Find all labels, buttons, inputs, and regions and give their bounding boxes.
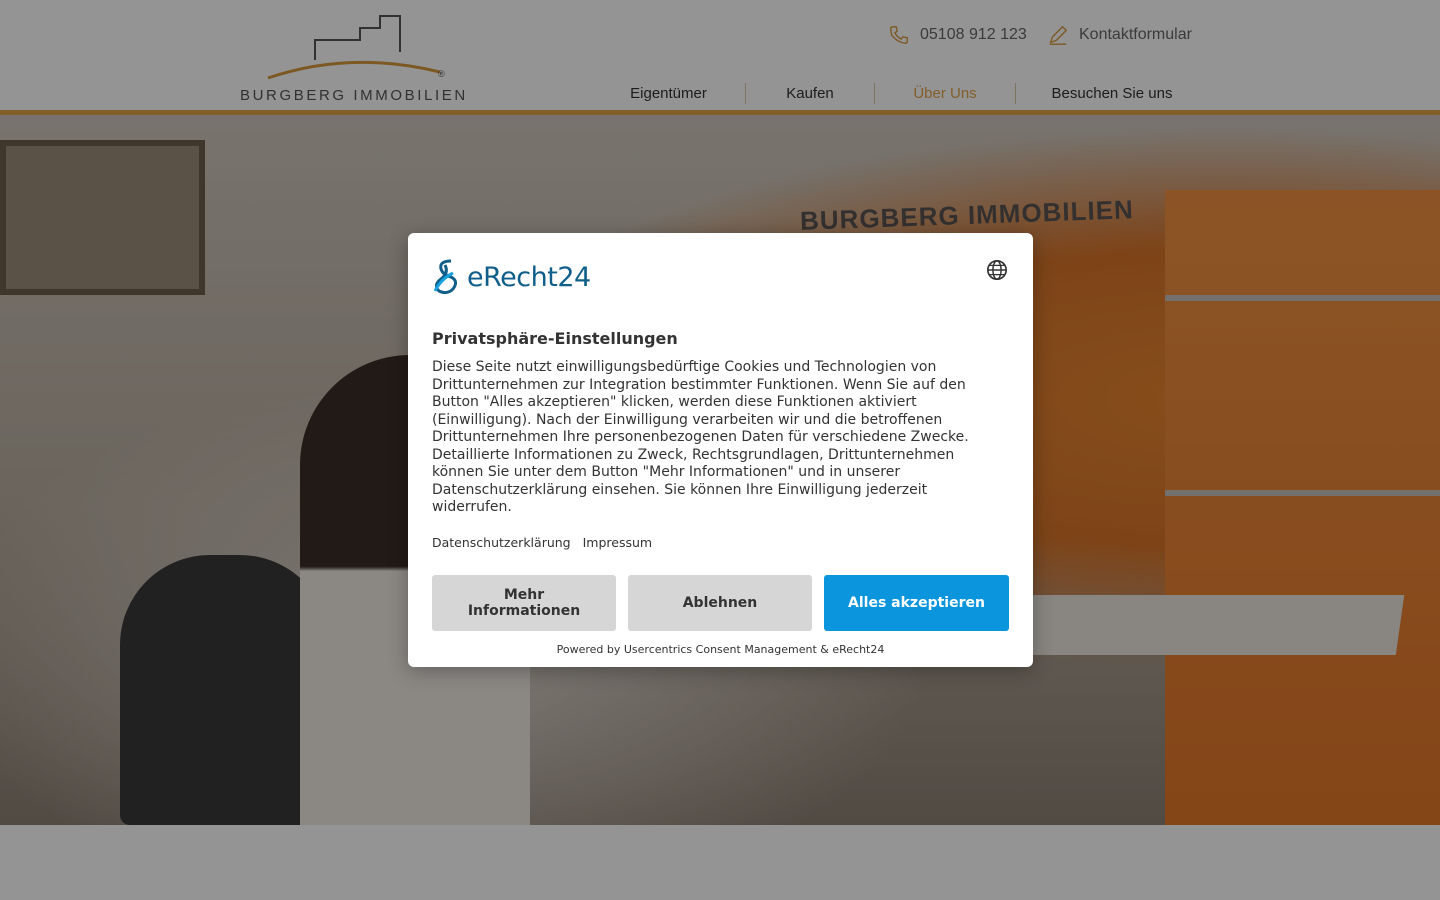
consent-text: Diese Seite nutzt einwilligungsbedürftig… [432,359,969,515]
brand-name: eRecht24 [467,261,591,293]
more-info-button[interactable]: Mehr Informationen [432,575,616,631]
erecht24-logo: eRecht24 [431,257,591,297]
decline-button[interactable]: Ablehnen [628,575,812,631]
consent-buttons: Mehr Informationen Ablehnen Alles akzept… [432,575,1009,631]
imprint-link[interactable]: Impressum [583,535,652,550]
consent-title: Privatsphäre-Einstellungen [432,329,678,348]
privacy-policy-link[interactable]: Datenschutzerklärung [432,535,571,550]
erecht24-mark-icon [433,259,458,295]
consent-dialog: eRecht24 Privatsphäre-Einstellungen Dies… [408,233,1033,667]
accept-all-button[interactable]: Alles akzeptieren [824,575,1009,631]
globe-icon[interactable] [986,259,1008,281]
consent-links: Datenschutzerklärung Impressum [432,535,652,550]
powered-by-text: Powered by Usercentrics Consent Manageme… [556,643,885,656]
